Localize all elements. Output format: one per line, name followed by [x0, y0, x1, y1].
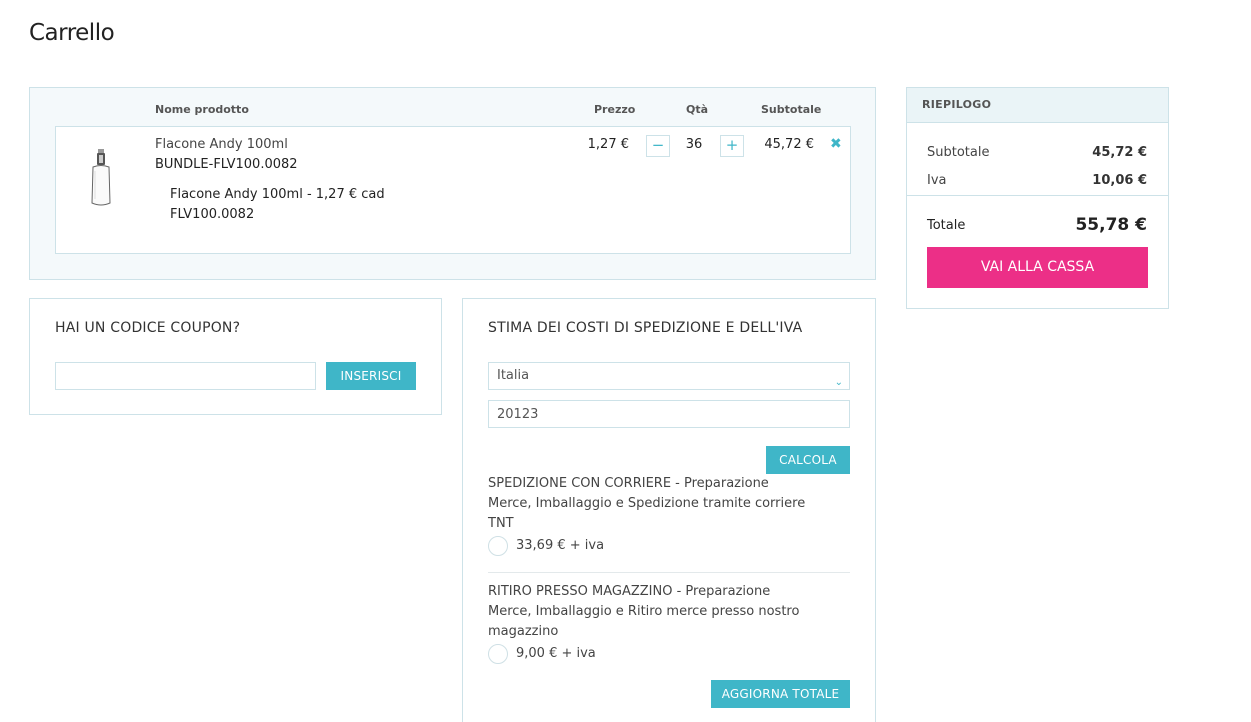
checkout-button[interactable]: VAI ALLA CASSA: [927, 247, 1148, 288]
column-header-name: Nome prodotto: [155, 103, 249, 116]
coupon-title: HAI UN CODICE COUPON?: [55, 320, 241, 336]
page-title: Carrello: [29, 20, 115, 46]
column-header-qty: Qtà: [686, 103, 709, 116]
shipping-divider: [488, 572, 850, 573]
update-total-button[interactable]: AGGIORNA TOTALE: [711, 680, 850, 708]
order-summary: RIEPILOGO Subtotale 45,72 € Iva 10,06 € …: [906, 87, 1169, 309]
column-header-price: Prezzo: [594, 103, 636, 116]
bundle-item-sku: FLV100.0082: [170, 207, 255, 222]
bundle-item-line: Flacone Andy 100ml - 1,27 € cad: [170, 187, 385, 202]
summary-total-label: Totale: [927, 218, 966, 233]
item-subtotal: 45,72 €: [764, 137, 814, 152]
product-sku: BUNDLE-FLV100.0082: [155, 157, 298, 172]
chevron-down-icon: ⌄: [834, 377, 843, 388]
summary-tax-value: 10,06 €: [1092, 173, 1147, 188]
item-price: 1,27 €: [587, 137, 629, 152]
coupon-panel: HAI UN CODICE COUPON? INSERISCI: [29, 298, 442, 415]
shipping-estimate-panel: STIMA DEI COSTI DI SPEDIZIONE E DELL'IVA…: [462, 298, 876, 722]
cart-item-row: Flacone Andy 100ml BUNDLE-FLV100.0082 Fl…: [55, 126, 851, 254]
shipping-option-pickup-price[interactable]: 9,00 € + iva: [516, 646, 596, 661]
qty-value[interactable]: 36: [676, 137, 712, 152]
summary-subtotal-value: 45,72 €: [1092, 145, 1147, 160]
product-name-link[interactable]: Flacone Andy 100ml: [155, 137, 288, 152]
column-header-subtotal: Subtotale: [761, 103, 822, 116]
qty-increase-button[interactable]: +: [720, 135, 744, 157]
summary-divider: [907, 195, 1168, 196]
remove-item-icon[interactable]: ✖: [830, 136, 842, 152]
summary-title: RIEPILOGO: [922, 98, 992, 111]
apply-coupon-button[interactable]: INSERISCI: [326, 362, 416, 390]
product-image[interactable]: [88, 147, 114, 209]
shipping-option-pickup-radio[interactable]: [488, 644, 508, 664]
coupon-input[interactable]: [55, 362, 316, 390]
shipping-option-pickup-text: RITIRO PRESSO MAGAZZINO - Preparazione M…: [488, 584, 800, 639]
country-select-value: Italia: [497, 368, 530, 383]
cart-table: Nome prodotto Prezzo Qtà Subtotale Flaco…: [29, 87, 876, 280]
summary-total-value: 55,78 €: [1075, 215, 1147, 235]
summary-header: RIEPILOGO: [907, 88, 1168, 123]
qty-decrease-button[interactable]: −: [646, 135, 670, 157]
country-select[interactable]: Italia ⌄: [488, 362, 850, 390]
summary-subtotal-label: Subtotale: [927, 145, 990, 160]
summary-tax-label: Iva: [927, 173, 947, 188]
zip-input[interactable]: [488, 400, 850, 428]
calculate-button[interactable]: CALCOLA: [766, 446, 850, 474]
shipping-option-courier-radio[interactable]: [488, 536, 508, 556]
shipping-option-courier-text: SPEDIZIONE CON CORRIERE - Preparazione M…: [488, 476, 806, 531]
shipping-title: STIMA DEI COSTI DI SPEDIZIONE E DELL'IVA: [488, 320, 803, 336]
shipping-option-courier-price[interactable]: 33,69 € + iva: [516, 538, 604, 553]
